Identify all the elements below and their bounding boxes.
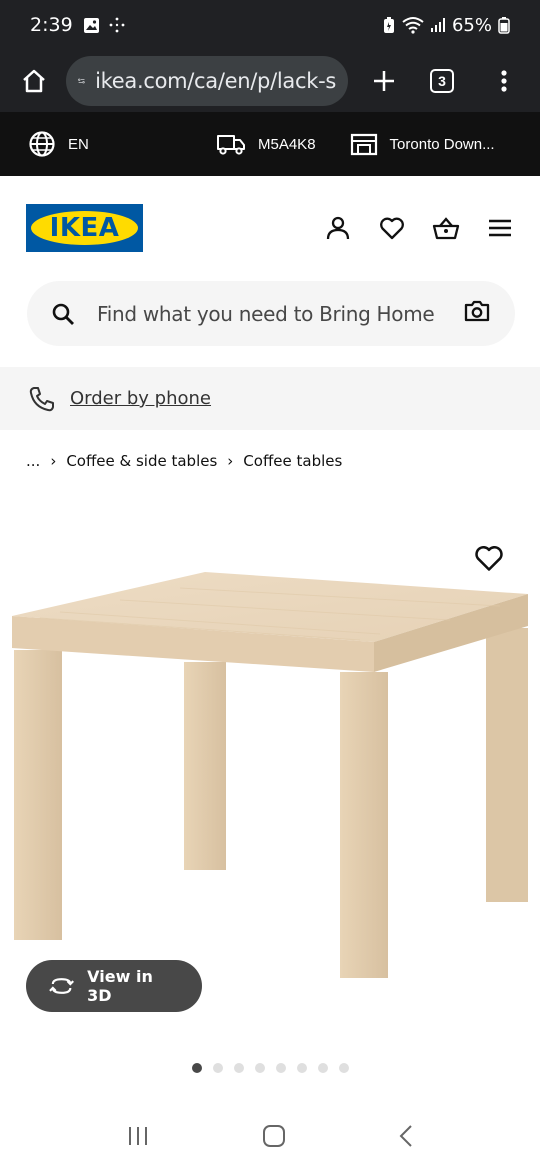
search-placeholder: Find what you need to Bring Home — [97, 301, 435, 326]
search-icon — [52, 303, 74, 325]
system-navigation-bar — [0, 1106, 540, 1170]
status-right: 65% — [382, 15, 510, 36]
favourites-button[interactable] — [378, 214, 406, 242]
carousel-dot[interactable] — [318, 1063, 328, 1073]
visual-search-button[interactable] — [463, 299, 491, 328]
phone-icon — [29, 386, 54, 411]
store-label: Toronto Down... — [389, 135, 495, 153]
view-in-3d-button[interactable]: View in 3D — [26, 960, 202, 1012]
search-input[interactable]: Find what you need to Bring Home — [27, 281, 515, 346]
home-icon — [23, 69, 45, 93]
order-by-phone-link[interactable]: Order by phone — [70, 388, 211, 409]
home-nav-icon — [263, 1124, 285, 1147]
url-text: ikea.com/ca/en/p/lack-s — [95, 69, 336, 93]
home-button[interactable] — [14, 61, 54, 101]
store-selector[interactable]: Toronto Down... — [350, 132, 495, 156]
breadcrumb-coffee-side-tables[interactable]: Coffee & side tables — [66, 452, 217, 470]
battery-percent: 65% — [451, 14, 492, 36]
recent-apps-icon — [129, 1126, 147, 1145]
carousel-dot[interactable] — [339, 1063, 349, 1073]
logo-text: IKEA — [49, 213, 120, 243]
header-icons — [324, 214, 514, 242]
carousel-dot[interactable] — [234, 1063, 244, 1073]
chevron-right-icon: › — [50, 452, 57, 470]
wifi-icon — [402, 17, 424, 34]
carousel-dot[interactable] — [255, 1063, 265, 1073]
status-bar: 2:39 65% — [0, 0, 540, 50]
hamburger-menu-icon — [489, 219, 511, 237]
status-notification-icons — [83, 16, 126, 34]
camera-icon — [464, 300, 490, 322]
basket-button[interactable] — [432, 214, 460, 242]
postal-code-label: M5A4K8 — [258, 135, 316, 153]
account-button[interactable] — [324, 214, 352, 242]
order-by-phone-banner: Order by phone — [0, 367, 540, 430]
breadcrumb: ... › Coffee & side tables › Coffee tabl… — [26, 452, 342, 470]
sparkle-icon — [109, 17, 125, 33]
breadcrumb-coffee-tables[interactable]: Coffee tables — [243, 452, 342, 470]
locale-bar: EN M5A4K8 Toronto Down... — [0, 112, 540, 176]
signal-icon — [430, 18, 445, 32]
carousel-dot[interactable] — [213, 1063, 223, 1073]
product-image[interactable] — [0, 500, 540, 1040]
product-favourite-button[interactable] — [474, 544, 504, 574]
carousel-dot[interactable] — [192, 1063, 202, 1073]
breadcrumb-ellipsis[interactable]: ... — [26, 452, 40, 470]
back-button[interactable] — [398, 1124, 414, 1153]
user-icon — [326, 216, 350, 240]
plus-icon — [374, 71, 394, 91]
heart-icon — [475, 546, 503, 571]
main-menu-button[interactable] — [486, 214, 514, 242]
back-chevron-icon — [399, 1124, 412, 1147]
status-time: 2:39 — [30, 14, 73, 36]
home-nav-button[interactable] — [262, 1124, 286, 1153]
tab-switcher-button[interactable]: 3 — [422, 61, 462, 101]
site-settings-icon — [78, 78, 85, 84]
store-icon — [350, 133, 377, 156]
basket-icon — [432, 217, 460, 240]
tab-count: 3 — [430, 69, 454, 93]
language-label: EN — [68, 135, 89, 153]
image-carousel-indicator — [192, 1063, 349, 1073]
heart-icon — [380, 217, 404, 240]
chevron-right-icon: › — [227, 452, 234, 470]
battery-icon — [498, 17, 510, 34]
side-table-illustration — [12, 572, 528, 978]
rotate-3d-icon — [49, 978, 74, 994]
view-in-3d-label: View in 3D — [87, 967, 153, 1005]
globe-icon — [29, 131, 55, 157]
site-header: IKEA — [0, 176, 540, 280]
language-selector[interactable]: EN — [28, 130, 178, 158]
ikea-logo[interactable]: IKEA — [26, 204, 143, 252]
gallery-icon — [83, 17, 99, 33]
recent-apps-button[interactable] — [126, 1125, 150, 1152]
postal-code-selector[interactable]: M5A4K8 — [216, 132, 316, 156]
carousel-dot[interactable] — [297, 1063, 307, 1073]
address-bar[interactable]: ikea.com/ca/en/p/lack-s — [66, 56, 348, 106]
more-vert-icon — [501, 70, 507, 92]
carousel-dot[interactable] — [276, 1063, 286, 1073]
browser-menu-button[interactable] — [484, 61, 524, 101]
delivery-truck-icon — [217, 135, 245, 155]
battery-saver-icon — [383, 17, 394, 33]
new-tab-button[interactable] — [364, 61, 404, 101]
browser-toolbar: ikea.com/ca/en/p/lack-s 3 — [0, 50, 540, 112]
